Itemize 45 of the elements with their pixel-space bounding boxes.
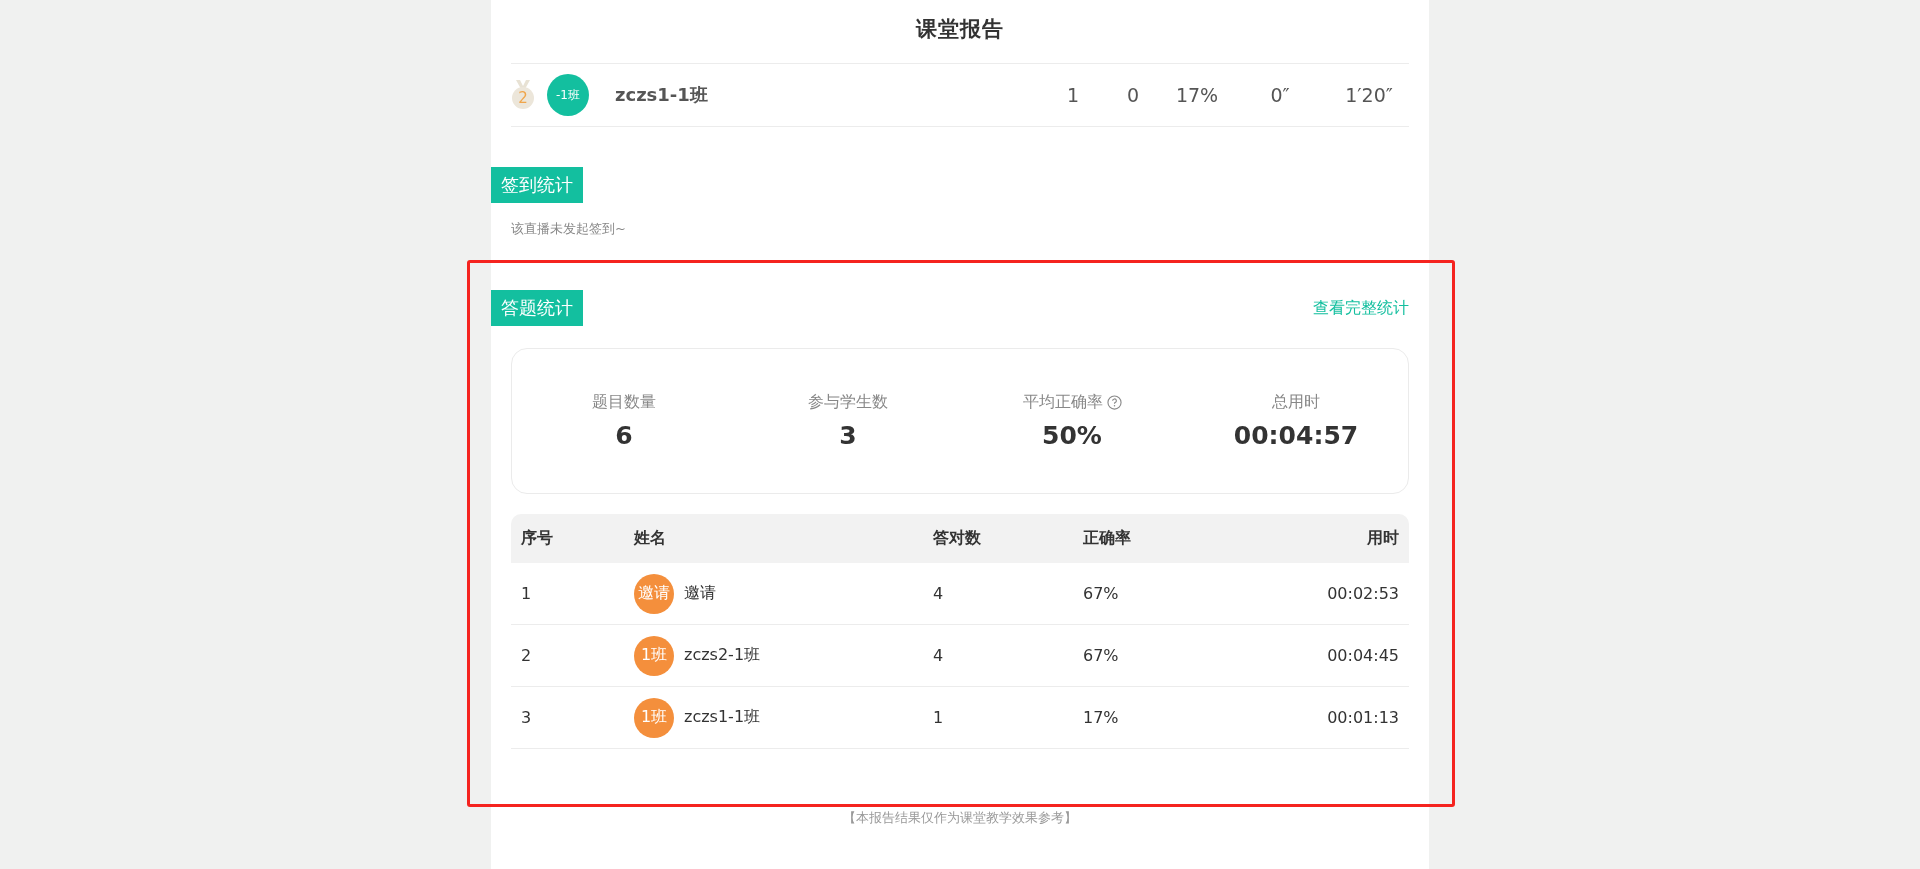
student-name: 邀请 xyxy=(684,583,716,604)
table-cell-text: 1 xyxy=(932,708,945,727)
table-cell-text: 67% xyxy=(1082,646,1120,665)
stat-value: 00:04:57 xyxy=(1233,421,1359,450)
full-stats-link[interactable]: 查看完整统计 xyxy=(1313,297,1409,319)
page-title: 课堂报告 xyxy=(511,0,1409,64)
stat-label: 总用时 xyxy=(1272,392,1320,413)
stat-value: 1′20″ xyxy=(1344,84,1394,106)
stat-label: 平均正确率 xyxy=(1022,392,1103,413)
stat-value: 3 xyxy=(839,421,857,450)
section-heading: 答题统计 xyxy=(491,290,583,326)
table-cell-text: 00:04:45 xyxy=(1326,646,1400,665)
table-cell-text: 4 xyxy=(932,584,945,603)
table-cell-text: 67% xyxy=(1082,584,1120,603)
stat-value: 1 xyxy=(1065,84,1081,106)
stat-value: 0 xyxy=(1125,84,1141,106)
table-cell-text: 17% xyxy=(1082,708,1120,727)
avatar-badge: 1班 xyxy=(634,635,674,676)
column-header: 正确率 xyxy=(1082,528,1132,549)
stat-value: 50% xyxy=(1042,421,1102,450)
table-cell-text: 3 xyxy=(520,708,533,727)
column-header: 答对数 xyxy=(932,528,982,549)
stat-label: 题目数量 xyxy=(592,392,656,413)
stat-value: 0″ xyxy=(1269,84,1291,106)
class-name: zczs1-1班 xyxy=(615,83,708,107)
column-header: 用时 xyxy=(1366,528,1400,549)
table-cell-text: 1 xyxy=(520,584,533,603)
avatar-badge: 邀请 xyxy=(634,573,674,614)
stat-label: 参与学生数 xyxy=(808,392,888,413)
stat-value: 6 xyxy=(615,421,633,450)
empty-message: 该直播未发起签到~ xyxy=(511,220,627,238)
column-header: 姓名 xyxy=(632,528,667,549)
student-name: zczs2-1班 xyxy=(684,645,761,666)
table-cell-text: 00:02:53 xyxy=(1326,584,1400,603)
student-name: zczs1-1班 xyxy=(684,707,761,728)
stat-value: 17% xyxy=(1174,84,1220,106)
table-cell-text: 2 xyxy=(520,646,533,665)
avatar-badge: 1班 xyxy=(634,697,674,738)
avatar-badge: -1班 xyxy=(547,74,589,116)
section-heading: 签到统计 xyxy=(491,167,583,203)
disclaimer-text: 【本报告结果仅作为课堂教学效果参考】 xyxy=(842,809,1078,827)
table-cell-text: 4 xyxy=(932,646,945,665)
help-icon[interactable] xyxy=(1106,395,1122,410)
table-cell-text: 00:01:13 xyxy=(1326,708,1400,727)
column-header: 序号 xyxy=(520,528,554,549)
